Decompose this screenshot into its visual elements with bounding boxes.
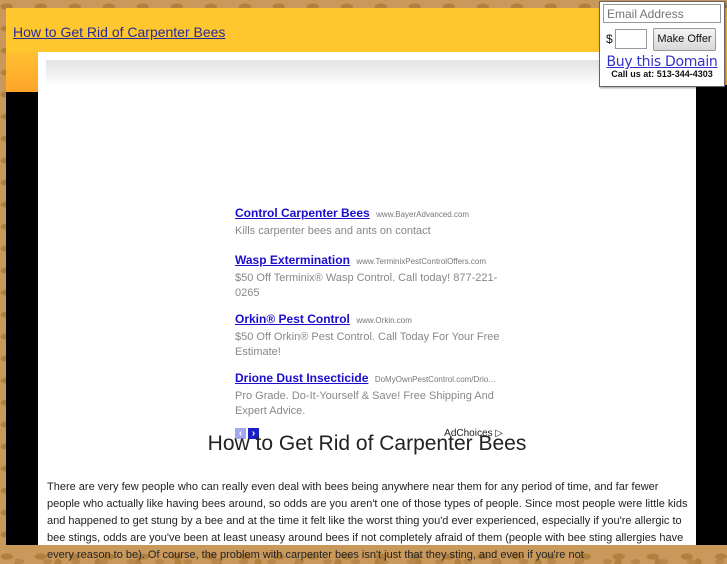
site-title-link[interactable]: How to Get Rid of Carpenter Bees (13, 24, 225, 40)
ad-title-link[interactable]: Control Carpenter Bees (235, 206, 370, 220)
make-offer-button[interactable]: Make Offer (653, 28, 716, 51)
domain-offer-box: $ Make Offer Buy this Domain Call us at:… (599, 1, 725, 87)
ad-title-link[interactable]: Drione Dust Insecticide (235, 371, 368, 385)
page-wrapper: How to Get Rid of Carpenter Bees Control… (6, 8, 727, 561)
ad-description: $50 Off Orkin® Pest Control. Call Today … (235, 331, 500, 358)
buy-domain-link[interactable]: Buy this Domain (600, 54, 724, 70)
main-content: Control Carpenter Bees www.BayerAdvanced… (38, 52, 696, 561)
offer-amount-input[interactable] (615, 29, 647, 49)
article-body: There are very few people who can really… (47, 481, 688, 561)
currency-label: $ (606, 32, 613, 46)
ad-url[interactable]: DoMyOwnPestControl.com/Drio… (375, 375, 496, 384)
email-field[interactable] (603, 4, 721, 23)
call-us-text: Call us at: 513-344-4303 (611, 69, 713, 79)
ad-description: Pro Grade. Do-It-Yourself & Save! Free S… (235, 390, 494, 417)
ad-item: Control Carpenter Bees www.BayerAdvanced… (235, 204, 503, 239)
header-accent-bar (6, 52, 38, 92)
ad-block: Control Carpenter Bees www.BayerAdvanced… (235, 204, 503, 442)
article-title: How to Get Rid of Carpenter Bees (207, 432, 527, 455)
ad-title-link[interactable]: Orkin® Pest Control (235, 312, 350, 326)
ad-description: $50 Off Terminix® Wasp Control. Call tod… (235, 272, 498, 299)
ad-item: Orkin® Pest Control www.Orkin.com $50 Of… (235, 310, 503, 360)
ad-url[interactable]: www.BayerAdvanced.com (376, 210, 469, 219)
ad-url[interactable]: www.Orkin.com (356, 316, 412, 325)
ad-title-link[interactable]: Wasp Extermination (235, 253, 350, 267)
ad-url[interactable]: www.TerminixPestControlOffers.com (356, 257, 486, 266)
ad-item: Drione Dust Insecticide DoMyOwnPestContr… (235, 369, 503, 419)
ad-description: Kills carpenter bees and ants on contact (235, 225, 431, 237)
ad-item: Wasp Extermination www.TerminixPestContr… (235, 251, 503, 301)
